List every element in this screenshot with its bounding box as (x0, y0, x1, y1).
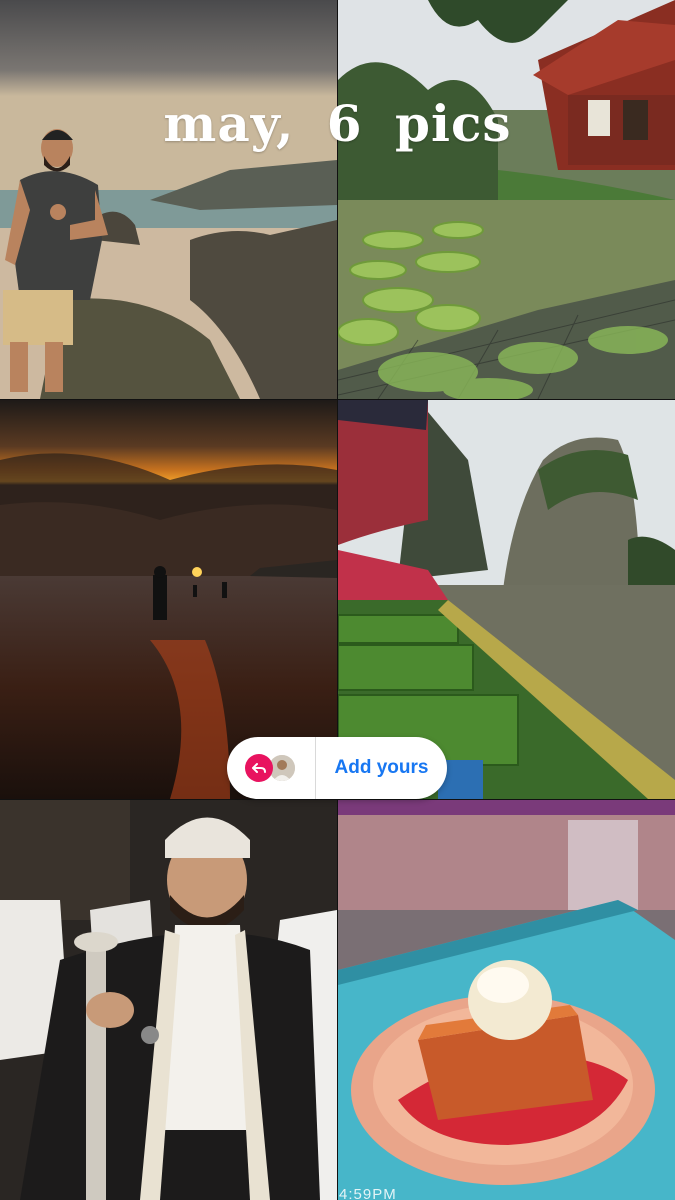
photo-beach-portrait[interactable] (0, 0, 337, 399)
story-timestamp: 4:59PM (339, 1186, 397, 1200)
reply-icon (245, 754, 273, 782)
photo-dessert[interactable] (338, 800, 675, 1200)
story-view: may, 6 pics Add yours 4:59PM (0, 0, 675, 1200)
story-caption: may, 6 pics (163, 94, 512, 153)
participants-group (227, 737, 315, 799)
add-yours-button[interactable]: Add yours (316, 757, 447, 779)
photo-traditional-dress[interactable] (0, 800, 337, 1200)
photo-lily-pond[interactable] (338, 0, 675, 399)
add-yours-sticker[interactable]: Add yours (227, 737, 447, 799)
photo-collage (0, 0, 675, 1200)
